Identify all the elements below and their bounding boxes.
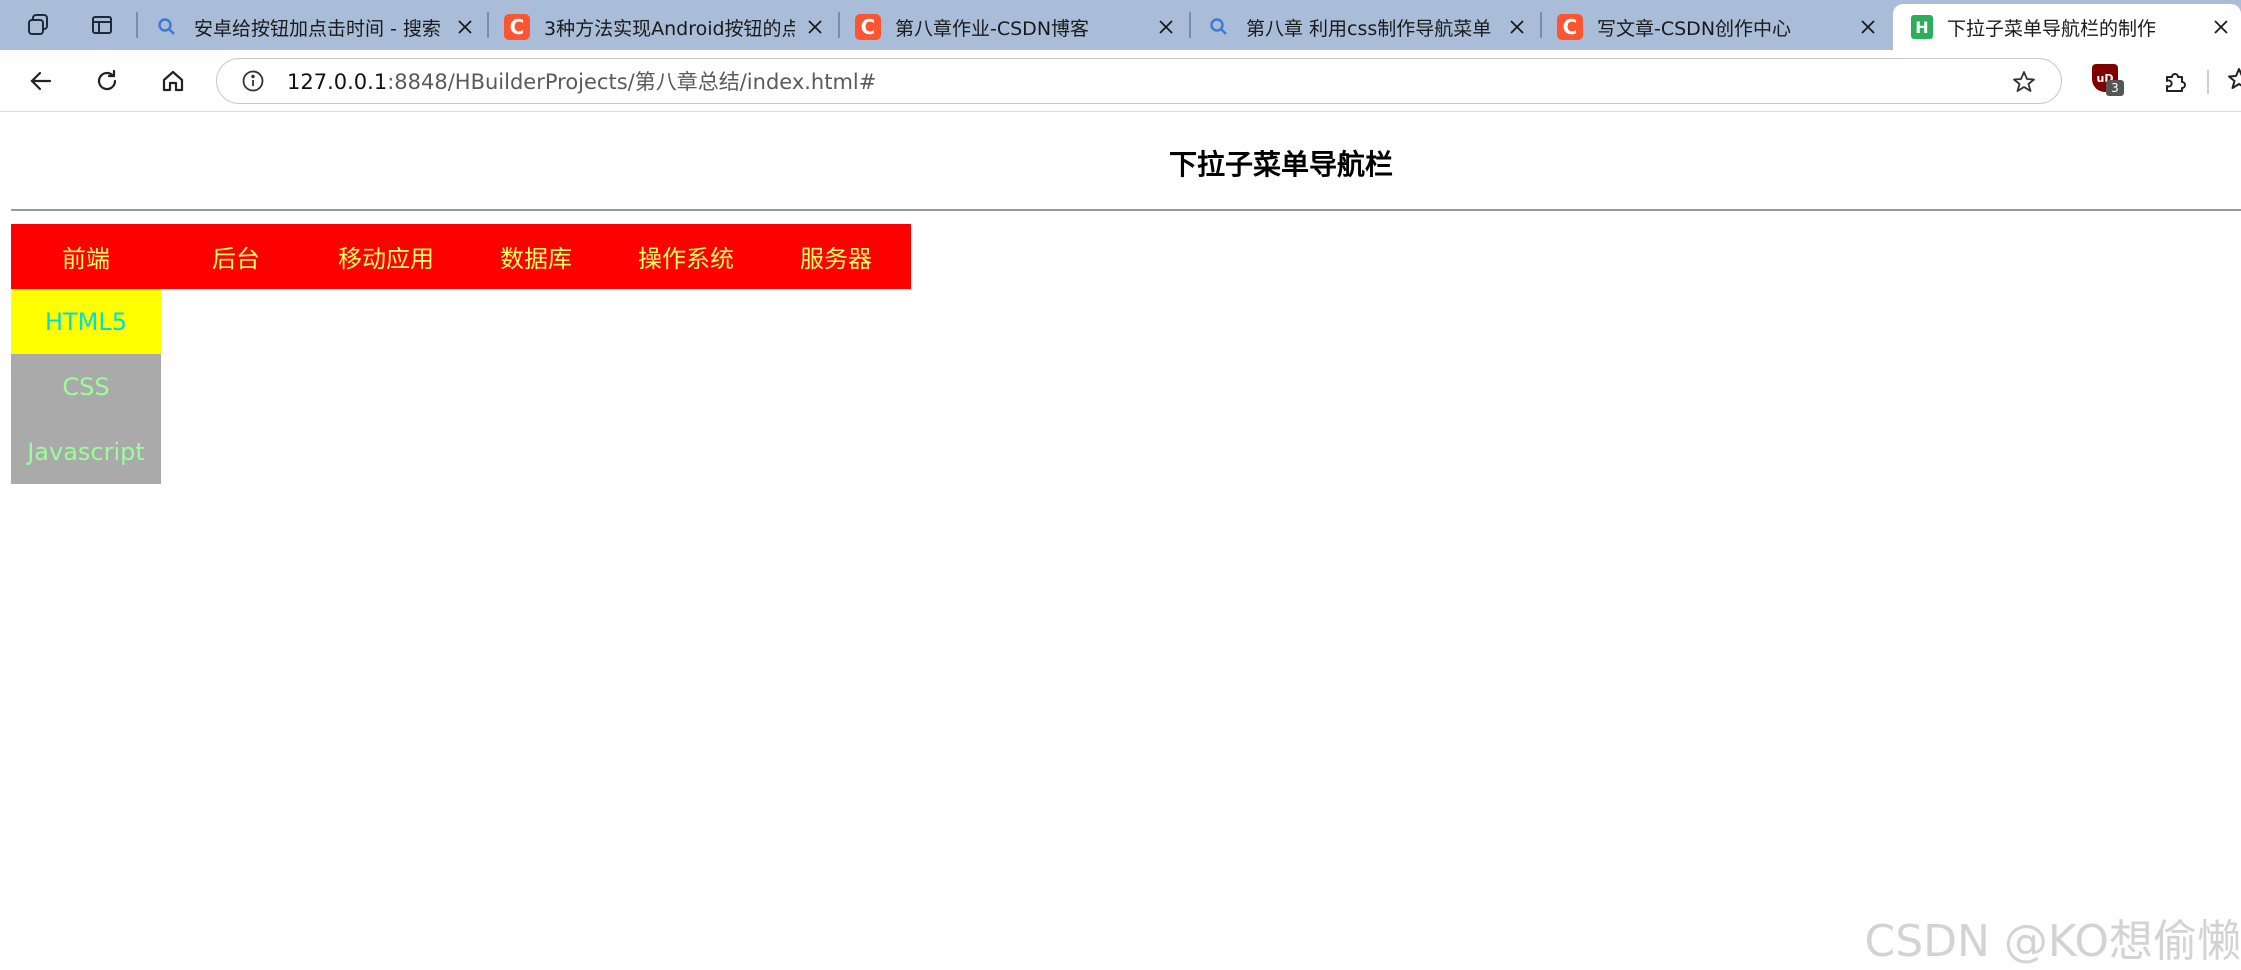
navigation-bar: 127.0.0.1:8848/HBuilderProjects/第八章总结/in… xyxy=(0,50,2241,112)
dropdown-submenu: HTML5 CSS Javascript xyxy=(11,289,161,484)
tab-divider xyxy=(838,12,840,38)
watermark: CSDN @KO想偷懒 xyxy=(1864,916,2241,967)
browser-tab-3[interactable]: C 第八章作业-CSDN博客 xyxy=(841,4,1186,50)
browser-tab-2[interactable]: C 3种方法实现Android按钮的点击事件 xyxy=(490,4,835,50)
address-bar[interactable]: 127.0.0.1:8848/HBuilderProjects/第八章总结/in… xyxy=(216,58,2062,104)
toolbar-divider xyxy=(2207,70,2209,94)
favorites-icon[interactable] xyxy=(2222,64,2241,98)
search-icon xyxy=(1206,14,1232,40)
csdn-icon: C xyxy=(504,14,530,40)
close-icon[interactable] xyxy=(1848,7,1888,47)
nav-menu: 前端 后台 移动应用 数据库 操作系统 服务器 xyxy=(11,224,911,289)
vertical-tabs-icon[interactable] xyxy=(80,5,124,45)
browser-tab-5[interactable]: C 写文章-CSDN创作中心 xyxy=(1543,4,1888,50)
back-icon[interactable] xyxy=(18,58,64,104)
submenu-item-javascript[interactable]: Javascript xyxy=(11,419,161,484)
url-text[interactable]: 127.0.0.1:8848/HBuilderProjects/第八章总结/in… xyxy=(287,66,876,96)
tab-title: 第八章 利用css制作导航菜单 - 搜索 xyxy=(1246,17,1497,40)
extension-badge: 3 xyxy=(2106,80,2124,96)
submenu-item-html5[interactable]: HTML5 xyxy=(11,289,161,354)
tab-divider xyxy=(487,12,489,38)
browser-tab-4[interactable]: 第八章 利用css制作导航菜单 - 搜索 xyxy=(1192,4,1537,50)
horizontal-rule xyxy=(11,209,2241,211)
search-icon xyxy=(154,14,180,40)
csdn-icon: C xyxy=(855,14,881,40)
menu-item-database[interactable]: 数据库 xyxy=(461,224,611,289)
close-icon[interactable] xyxy=(1146,7,1186,47)
tab-title: 安卓给按钮加点击时间 - 搜索 xyxy=(194,17,441,40)
url-host: 127.0.0.1 xyxy=(287,70,388,94)
menu-item-os[interactable]: 操作系统 xyxy=(611,224,761,289)
extensions-puzzle-icon[interactable] xyxy=(2152,58,2198,104)
home-icon[interactable] xyxy=(150,58,196,104)
tab-title: 下拉子菜单导航栏的制作 xyxy=(1947,17,2157,40)
close-icon[interactable] xyxy=(445,7,485,47)
hbuilder-icon: H xyxy=(1911,15,1933,39)
favorite-star-icon[interactable] xyxy=(2007,65,2041,99)
workspaces-icon[interactable] xyxy=(16,5,60,45)
refresh-icon[interactable] xyxy=(84,58,130,104)
ublock-extension-icon[interactable]: uD 3 xyxy=(2090,64,2124,98)
close-icon[interactable] xyxy=(2201,7,2241,47)
csdn-icon: C xyxy=(1557,14,1583,40)
close-icon[interactable] xyxy=(1497,7,1537,47)
submenu-item-css[interactable]: CSS xyxy=(11,354,161,419)
menu-item-backend[interactable]: 后台 xyxy=(161,224,311,289)
tab-divider xyxy=(136,12,138,38)
tab-divider xyxy=(1189,12,1191,38)
tab-title: 3种方法实现Android按钮的点击事件 xyxy=(544,17,795,40)
browser-tab-active[interactable]: H 下拉子菜单导航栏的制作 xyxy=(1893,4,2241,50)
page-content: 下拉子菜单导航栏 前端 后台 移动应用 数据库 操作系统 服务器 HTML5 C… xyxy=(0,113,2241,970)
info-icon[interactable] xyxy=(233,61,273,101)
menu-item-mobile[interactable]: 移动应用 xyxy=(311,224,461,289)
tab-strip: 安卓给按钮加点击时间 - 搜索 C 3种方法实现Android按钮的点击事件 C… xyxy=(0,0,2241,50)
menu-item-frontend[interactable]: 前端 xyxy=(11,224,161,289)
url-path: :8848/HBuilderProjects/第八章总结/index.html# xyxy=(387,70,877,94)
tab-divider xyxy=(1540,12,1542,38)
tab-title: 第八章作业-CSDN博客 xyxy=(895,17,1090,40)
page-title: 下拉子菜单导航栏 xyxy=(1168,148,1393,181)
close-icon[interactable] xyxy=(795,7,835,47)
browser-tab-1[interactable]: 安卓给按钮加点击时间 - 搜索 xyxy=(140,4,485,50)
tab-title: 写文章-CSDN创作中心 xyxy=(1597,17,1792,40)
menu-item-server[interactable]: 服务器 xyxy=(761,224,911,289)
